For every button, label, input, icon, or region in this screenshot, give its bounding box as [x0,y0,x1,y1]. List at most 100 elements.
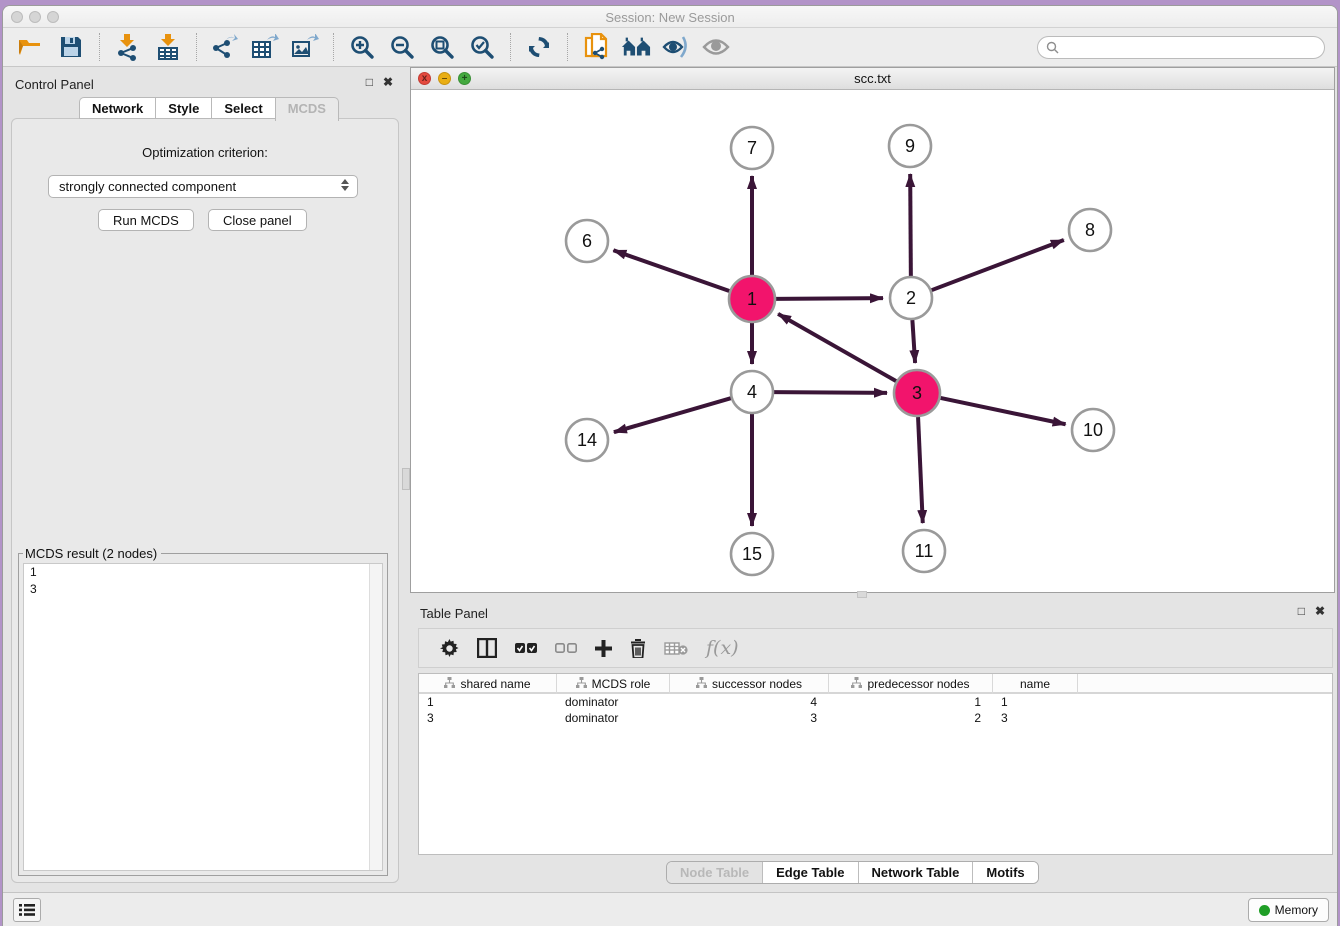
control-panel-float-icon[interactable]: □ [366,75,373,89]
graph-node-11[interactable]: 11 [903,530,945,572]
add-column-icon[interactable] [595,640,612,657]
graph-node-10[interactable]: 10 [1072,409,1114,451]
graph-node-15[interactable]: 15 [731,533,773,575]
table-header-row: shared name MCDS role successor nodesprede… [419,674,1332,694]
optimization-criterion-value: strongly connected component [59,179,236,194]
edge-3-11[interactable] [918,417,923,523]
toolbar-separator [510,33,511,61]
edge-2-3[interactable] [912,320,915,363]
svg-text:8: 8 [1085,220,1095,240]
table-panel-float-icon[interactable]: □ [1298,604,1305,618]
duplicate-network-icon[interactable] [581,32,611,62]
import-table-icon[interactable] [153,32,183,62]
tab-mcds[interactable]: MCDS [275,97,339,121]
main-toolbar [3,28,1337,67]
control-panel-tabs: NetworkStyleSelectMCDS [79,97,339,119]
edge-1-2[interactable] [776,298,883,299]
tab-select[interactable]: Select [211,97,274,119]
graph-node-4[interactable]: 4 [731,371,773,413]
edge-2-8[interactable] [932,240,1064,290]
select-all-checkboxes-icon[interactable] [515,642,537,655]
zoom-fit-icon[interactable] [427,32,457,62]
zoom-out-icon[interactable] [387,32,417,62]
graph-node-14[interactable]: 14 [566,419,608,461]
edge-4-3[interactable] [774,392,887,393]
mcds-result-item[interactable]: 1 [24,564,382,581]
edge-1-6[interactable] [613,250,729,291]
column-header-shared-name[interactable]: shared name [419,674,557,694]
delete-column-icon[interactable] [630,639,646,658]
status-bar: Memory [3,892,1337,926]
node-table[interactable]: shared name MCDS role successor nodesprede… [418,673,1333,855]
run-mcds-button[interactable]: Run MCDS [98,209,194,231]
tab-style[interactable]: Style [155,97,211,119]
refresh-icon[interactable] [524,32,554,62]
graph-node-7[interactable]: 7 [731,127,773,169]
export-network-icon[interactable] [210,32,240,62]
table-cell: 3 [993,710,1078,726]
function-fx-icon[interactable]: f(x) [706,637,739,659]
network-view-window: x – + scc.txt 7968124314101511 [410,67,1335,593]
open-session-icon[interactable] [16,32,46,62]
horizontal-splitter-handle[interactable] [857,591,867,598]
gear-icon[interactable] [440,639,459,658]
show-all-networks-icon[interactable] [621,32,651,62]
svg-text:10: 10 [1083,420,1103,440]
vertical-splitter-handle[interactable] [402,468,410,490]
import-network-icon[interactable] [113,32,143,62]
control-panel-close-icon[interactable]: ✖ [383,75,393,89]
svg-text:6: 6 [582,231,592,251]
table-cell: 1 [419,694,557,710]
mcds-result-list[interactable]: 13 [23,563,383,871]
export-table-icon[interactable] [250,32,280,62]
mcds-tab-content: Optimization criterion: strongly connect… [11,118,399,883]
table-cell: 4 [670,694,829,710]
graph-node-9[interactable]: 9 [889,125,931,167]
graph-node-3[interactable]: 3 [894,370,940,416]
column-header-successor-nodes[interactable]: successor nodes [670,674,829,694]
delete-table-icon[interactable] [664,641,688,656]
column-header-MCDS-role[interactable]: MCDS role [557,674,670,694]
deselect-all-checkboxes-icon[interactable] [555,642,577,655]
table-row[interactable]: 1dominator411 [419,694,1332,710]
graph-node-8[interactable]: 8 [1069,209,1111,251]
tab-motifs[interactable]: Motifs [973,862,1037,883]
table-cell: dominator [557,694,670,710]
tab-network-table[interactable]: Network Table [859,862,974,883]
svg-text:3: 3 [912,383,922,403]
zoom-in-icon[interactable] [347,32,377,62]
table-row[interactable]: 3dominator323 [419,710,1332,726]
graph-node-2[interactable]: 2 [890,277,932,319]
tab-network[interactable]: Network [79,97,155,119]
task-history-button[interactable] [13,898,41,922]
show-graphics-details-icon[interactable] [701,32,731,62]
table-panel-close-icon[interactable]: ✖ [1315,604,1325,618]
column-label: MCDS role [592,677,651,691]
search-input[interactable] [1063,41,1303,55]
hide-graphics-details-icon[interactable] [661,32,691,62]
edge-3-1[interactable] [778,314,896,381]
save-session-icon[interactable] [56,32,86,62]
close-panel-button[interactable]: Close panel [208,209,307,231]
network-graph-canvas[interactable]: 7 9 6 8 1 2 4 3 14 10 15 11 [411,90,1334,592]
graph-node-6[interactable]: 6 [566,220,608,262]
zoom-selected-icon[interactable] [467,32,497,62]
column-header-name[interactable]: name [993,674,1078,694]
table-cell: 3 [670,710,829,726]
edge-2-9[interactable] [910,174,911,276]
edge-4-14[interactable] [614,398,731,432]
memory-button[interactable]: Memory [1248,898,1329,922]
hierarchy-icon [444,677,455,691]
table-cell: 2 [829,710,993,726]
tab-node-table[interactable]: Node Table [667,862,763,883]
edge-3-10[interactable] [940,398,1065,424]
tab-edge-table[interactable]: Edge Table [763,862,858,883]
export-image-icon[interactable] [290,32,320,62]
optimization-criterion-select[interactable]: strongly connected component [48,175,358,198]
search-box[interactable] [1037,36,1325,59]
column-layout-icon[interactable] [477,638,497,658]
mcds-result-item[interactable]: 3 [24,581,382,598]
column-header-predecessor-nodes[interactable]: predecessor nodes [829,674,993,694]
graph-node-1[interactable]: 1 [729,276,775,322]
result-list-scrollbar[interactable] [369,564,382,870]
